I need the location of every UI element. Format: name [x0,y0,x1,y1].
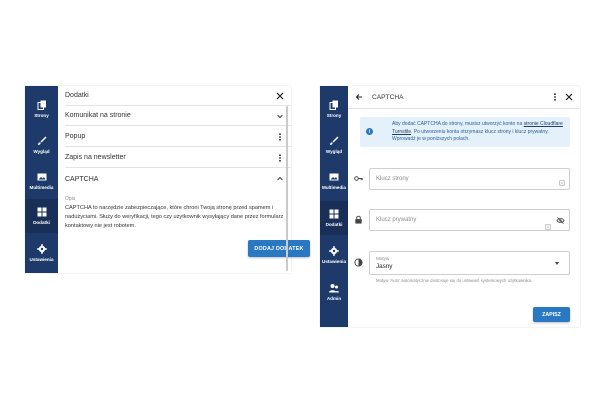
save-button[interactable]: ZAPISZ [533,307,570,322]
sidebar-item-label: Admin [326,295,342,301]
description-label: Opis [65,196,76,202]
caret-down-icon [555,262,559,265]
close-icon [276,92,284,99]
sidebar-item-strony[interactable]: Strony [25,92,58,126]
sidebar-item-label: Dodatki [325,221,343,227]
sidebar-item-label: Wygląd [33,148,50,154]
addon-label: Komunikat na stronie [65,112,131,119]
more-button[interactable] [548,90,562,104]
theme-hint: Motyw 'Auto' automatycznie dostosuje się… [376,278,533,283]
panel-title: Dodatki [65,92,89,99]
sidebar-item-ustawienia[interactable]: Ustawienia [320,238,348,272]
sidebar-item-label: Ustawienia [29,256,54,262]
sidebar-item-strony[interactable]: Strony [320,92,348,126]
panel-title: CAPTCHA [372,93,404,101]
sidebar-item-admin[interactable]: Admin [320,275,348,309]
private-key-field[interactable]: Klucz prywatny [369,209,570,231]
sidebar-item-multimedia[interactable]: Multimedia [320,164,348,198]
brush-icon [37,136,47,145]
info-icon: i [366,128,373,135]
captcha-content: CAPTCHA i Aby dodać CAPTCHA do strony, m… [348,86,580,327]
collapse-button[interactable] [273,172,287,186]
sidebar-item-label: Dodatki [33,219,50,225]
info-banner: i Aby dodać CAPTCHA do strony, musisz ut… [360,117,570,147]
close-button[interactable] [562,90,576,104]
sidebar-item-dodatki[interactable]: Dodatki [320,201,348,235]
sidebar-item-label: Ustawienia [322,258,346,264]
more-button[interactable] [273,151,287,165]
sidebar-item-label: Multimedia [322,184,346,190]
private-key-placeholder: Klucz prywatny [376,217,417,223]
chevron-up-icon [277,176,283,181]
info-text-before: Aby dodać CAPTCHA do strony, musisz utwo… [392,121,524,127]
back-button[interactable] [352,90,366,104]
addons-panel: Strony Wygląd Multimedia Dodatki Ustawie… [25,86,310,273]
info-text-after: . Po utworzeniu konta otrzymasz klucz st… [392,128,549,143]
sidebar-item-wyglad[interactable]: Wygląd [25,128,58,162]
description-text: CAPTCHA to narzędzie zabezpieczające, kt… [65,205,284,229]
site-key-placeholder: Klucz strony [376,176,409,182]
theme-select[interactable]: Motyw Jasny [369,251,570,275]
panel-header: Dodatki [65,86,291,106]
users-icon [329,283,339,293]
gear-icon [36,243,47,254]
copy-icon [329,100,338,110]
sidebar-item-multimedia[interactable]: Multimedia [25,164,58,198]
addon-label: Zapis na newsletter [65,154,126,161]
sidebar: Strony Wygląd Multimedia Dodatki Ustawie… [320,86,348,327]
grid-icon [37,207,46,217]
image-icon [37,173,46,181]
lock-icon [355,215,362,224]
close-icon [565,93,573,101]
theme-label: Motyw [376,256,390,261]
eye-off-icon[interactable] [556,216,565,225]
paste-icon[interactable] [559,180,565,186]
sidebar-item-wyglad[interactable]: Wygląd [320,128,348,162]
chevron-down-icon [277,114,283,118]
theme-value: Jasny [376,263,393,270]
addon-row-popup[interactable]: Popup [65,127,291,147]
copy-icon [37,100,46,110]
info-text: Aby dodać CAPTCHA do strony, musisz utwo… [392,121,566,144]
sidebar: Strony Wygląd Multimedia Dodatki Ustawie… [25,86,58,273]
more-vertical-icon [279,132,281,141]
add-addon-button[interactable]: DODAJ DODATEK [248,240,310,257]
sidebar-item-label: Wygląd [325,148,343,154]
addon-label: Popup [65,133,86,140]
more-button[interactable] [273,130,287,144]
image-icon [329,173,339,181]
sidebar-item-label: Strony [326,112,342,118]
grid-icon [329,209,339,219]
sidebar-item-dodatki[interactable]: Dodatki [25,199,58,233]
arrow-left-icon [355,94,362,100]
more-vertical-icon [554,93,556,101]
addon-row-komunikat[interactable]: Komunikat na stronie [65,106,291,126]
key-icon [354,176,363,181]
sidebar-item-ustawienia[interactable]: Ustawienia [25,236,58,270]
sidebar-item-label: Multimedia [29,184,54,190]
gear-icon [329,245,339,256]
panel-header: CAPTCHA [348,86,580,109]
addon-row-captcha[interactable]: CAPTCHA [65,169,291,189]
addon-label: CAPTCHA [65,175,99,183]
addon-row-newsletter[interactable]: Zapis na newsletter [65,148,291,168]
captcha-panel: Strony Wygląd Multimedia Dodatki Ustawie… [320,86,580,327]
contrast-icon [354,258,363,267]
scrollbar[interactable] [286,106,288,271]
addons-content: Dodatki Komunikat na stronie Popup Zapis… [65,86,310,273]
brush-icon [330,136,339,145]
sidebar-item-label: Strony [34,112,49,118]
more-vertical-icon [279,153,281,162]
site-key-field[interactable]: Klucz strony [369,168,570,190]
expand-button[interactable] [273,109,287,123]
close-button[interactable] [273,89,287,103]
paste-icon[interactable] [545,224,551,230]
